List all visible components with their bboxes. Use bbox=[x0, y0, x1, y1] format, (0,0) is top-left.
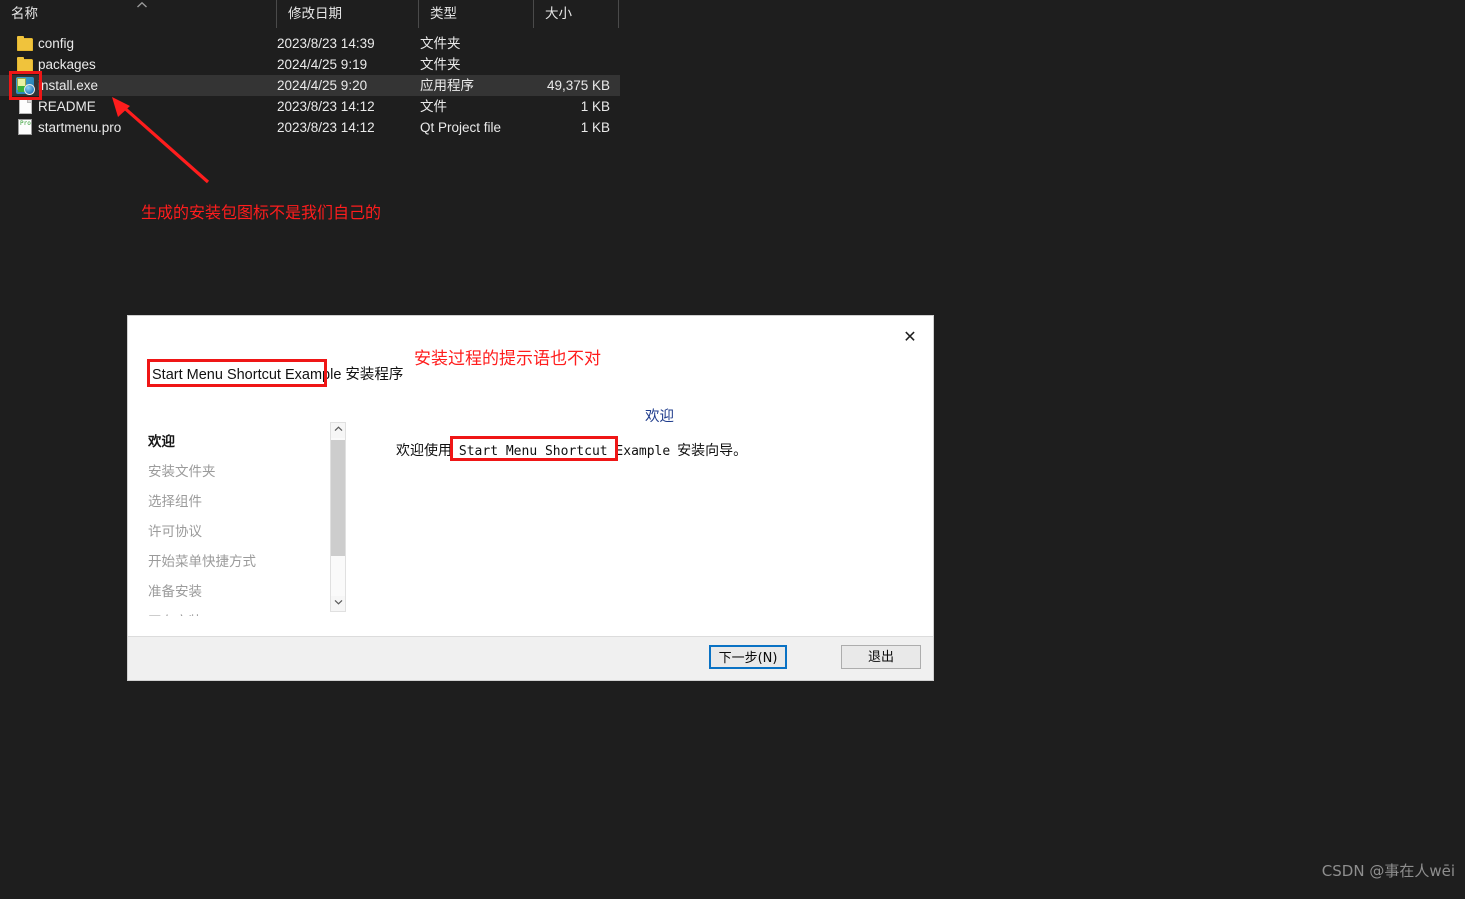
quit-button[interactable]: 退出 bbox=[841, 645, 921, 669]
folder-icon bbox=[17, 36, 33, 51]
file-size: 1 KB bbox=[580, 99, 610, 114]
sidebar-item-start-menu-shortcut[interactable]: 开始菜单快捷方式 bbox=[148, 550, 256, 570]
installer-dialog: ✕ Start Menu Shortcut Example 安装程序 下一步(N… bbox=[128, 316, 933, 680]
column-header-size-label: 大小 bbox=[545, 6, 572, 21]
scrollbar-thumb[interactable] bbox=[331, 440, 345, 556]
sidebar-item-select-components[interactable]: 选择组件 bbox=[148, 490, 202, 510]
installer-exe-globe bbox=[24, 84, 35, 95]
file-explorer-list: 名称 修改日期 类型 大小 config 2023/8/23 14:39 文件夹 bbox=[0, 0, 620, 142]
sort-ascending-icon bbox=[136, 1, 148, 10]
column-header-name-label: 名称 bbox=[11, 6, 38, 21]
qt-project-icon: Pro bbox=[18, 119, 32, 135]
installer-exe-icon bbox=[16, 77, 35, 95]
screenshot-root: 名称 修改日期 类型 大小 config 2023/8/23 14:39 文件夹 bbox=[0, 0, 1465, 899]
file-date: 2024/4/25 9:20 bbox=[277, 78, 368, 93]
column-header-date-label: 修改日期 bbox=[288, 6, 342, 21]
column-header-date[interactable]: 修改日期 bbox=[277, 0, 419, 28]
folder-icon bbox=[17, 57, 33, 72]
file-type: 文件 bbox=[420, 99, 447, 114]
column-header-size[interactable]: 大小 bbox=[534, 0, 619, 28]
scroll-up-icon[interactable] bbox=[331, 423, 345, 438]
file-name: startmenu.pro bbox=[38, 120, 122, 135]
table-row[interactable]: packages 2024/4/25 9:19 文件夹 bbox=[0, 54, 620, 75]
page-body-product: Start Menu Shortcut Example bbox=[458, 444, 671, 459]
table-row[interactable]: Pro startmenu.pro 2023/8/23 14:12 Qt Pro… bbox=[0, 117, 620, 138]
dialog-title-suffix: 安装程序 bbox=[341, 367, 404, 383]
page-body-prefix: 欢迎使用 bbox=[396, 442, 456, 458]
column-header-type-label: 类型 bbox=[430, 6, 457, 21]
page-title: 欢迎 bbox=[645, 409, 674, 425]
sidebar-item-install-folder[interactable]: 安装文件夹 bbox=[148, 460, 216, 480]
table-row[interactable]: install.exe 2024/4/25 9:20 应用程序 49,375 K… bbox=[0, 75, 620, 96]
sidebar-scrollbar[interactable] bbox=[330, 422, 346, 612]
column-header-type[interactable]: 类型 bbox=[419, 0, 534, 28]
sidebar-item-license-agreement[interactable]: 许可协议 bbox=[148, 520, 202, 540]
annotation-icon-note: 生成的安装包图标不是我们自己的 bbox=[141, 203, 382, 222]
sidebar-item-welcome[interactable]: 欢迎 bbox=[148, 430, 175, 450]
document-icon bbox=[19, 98, 32, 114]
csdn-watermark: CSDN @事在人wēi bbox=[1321, 862, 1455, 880]
file-name: README bbox=[38, 99, 96, 114]
table-row[interactable]: config 2023/8/23 14:39 文件夹 bbox=[0, 33, 620, 54]
file-date: 2023/8/23 14:12 bbox=[277, 120, 375, 135]
file-type: 文件夹 bbox=[420, 36, 461, 51]
file-date: 2023/8/23 14:39 bbox=[277, 36, 375, 51]
page-body-suffix: 安装向导。 bbox=[673, 442, 748, 458]
sidebar-item-installing[interactable]: 正在安装 bbox=[148, 610, 238, 616]
dialog-title-product: Start Menu Shortcut Example bbox=[152, 367, 342, 383]
file-date: 2024/4/25 9:19 bbox=[277, 57, 368, 72]
next-button[interactable]: 下一步(N) bbox=[709, 645, 787, 669]
file-name: packages bbox=[38, 57, 96, 72]
file-name: config bbox=[38, 36, 75, 51]
file-date: 2023/8/23 14:12 bbox=[277, 99, 375, 114]
file-name: install.exe bbox=[38, 78, 99, 93]
page-body-text: 欢迎使用 Start Menu Shortcut Example 安装向导。 bbox=[396, 440, 747, 460]
scroll-down-icon[interactable] bbox=[331, 596, 345, 611]
close-icon[interactable]: ✕ bbox=[897, 324, 923, 350]
file-size: 49,375 KB bbox=[546, 78, 610, 93]
dialog-title: Start Menu Shortcut Example 安装程序 bbox=[152, 363, 403, 384]
sidebar-item-ready-to-install[interactable]: 准备安装 bbox=[148, 580, 202, 600]
file-type: 文件夹 bbox=[420, 57, 461, 72]
dialog-footer: 下一步(N) 退出 bbox=[128, 636, 933, 680]
table-row[interactable]: README 2023/8/23 14:12 文件 1 KB bbox=[0, 96, 620, 117]
annotation-title-note: 安装过程的提示语也不对 bbox=[414, 349, 601, 369]
file-size: 1 KB bbox=[580, 120, 610, 135]
